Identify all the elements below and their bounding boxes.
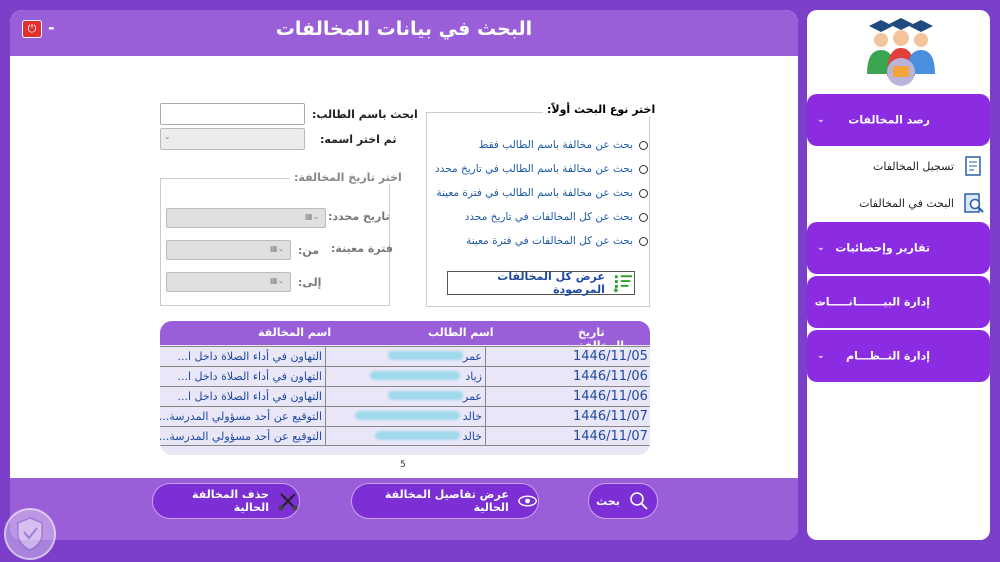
row-date: 1446/11/06 xyxy=(485,387,650,406)
sidebar-item-register-violations[interactable]: تسجيل المخالفات xyxy=(807,148,990,184)
from-label: من: xyxy=(298,244,320,257)
sidebar-section-reports[interactable]: تقارير وإحصائيات ⌄ xyxy=(807,222,990,274)
shield-watermark-icon xyxy=(4,508,56,560)
redaction-blur xyxy=(375,431,460,440)
chevron-down-icon: ⌄ xyxy=(817,115,825,125)
sidebar-section-violations[interactable]: رصد المخالفات ⌄ xyxy=(807,94,990,146)
chevron-down-icon: ⌄ xyxy=(164,132,171,141)
calendar-icon: ▦⌄ xyxy=(270,244,285,253)
view-details-button[interactable]: عرض تفاصيل المخالفة الحالية xyxy=(351,483,539,519)
chevron-down-icon: ⌄ xyxy=(817,243,825,253)
chevron-down-icon: ⌄ xyxy=(817,351,825,361)
students-logo-icon xyxy=(867,18,935,86)
sidebar-section-system-management[interactable]: إدارة النــظـــام ⌄ xyxy=(807,330,990,382)
search-icon xyxy=(630,492,648,510)
page-title: البحث في بيانات المخالفات xyxy=(275,18,533,40)
minimize-button[interactable]: - xyxy=(48,18,55,37)
redaction-blur xyxy=(355,411,460,420)
chevron-down-icon: ⌄ xyxy=(817,297,825,307)
radio-circle[interactable] xyxy=(639,188,648,198)
radio-circle[interactable] xyxy=(639,164,648,174)
sidebar-item-search-violations[interactable]: البحث في المخالفات xyxy=(807,185,990,221)
scissors-delete-icon xyxy=(278,493,298,511)
search-button[interactable]: بحث xyxy=(588,483,658,519)
radio-circle[interactable] xyxy=(639,140,648,150)
redaction-blur xyxy=(388,391,463,400)
row-date: 1446/11/07 xyxy=(485,427,650,446)
radio-option-5[interactable]: بحث عن كل المخالفات في فترة معينة xyxy=(466,235,648,247)
row-violation: التهاون في أداء الصلاة داخل ا... xyxy=(177,390,322,403)
radio-option-3[interactable]: بحث عن مخالفة باسم الطالب في فترة معينة xyxy=(436,187,648,199)
specific-date-label: تاريخ محدد: xyxy=(328,210,390,223)
power-icon[interactable]: ⏻ xyxy=(22,20,42,38)
document-edit-icon xyxy=(965,156,981,176)
row-violation: التوقيع عن أحد مسؤولي المدرسة... xyxy=(160,410,322,423)
delete-violation-button[interactable]: حذف المخالفة الحالية xyxy=(152,483,300,519)
document-search-icon xyxy=(964,193,984,213)
eye-icon xyxy=(518,495,537,507)
redaction-blur xyxy=(388,351,463,360)
radio-option-1[interactable]: بحث عن مخالفة باسم الطالب فقط xyxy=(479,139,648,151)
to-label: إلى: xyxy=(298,276,322,289)
specific-date-picker[interactable]: ▦⌄ xyxy=(166,208,326,228)
row-date: 1446/11/06 xyxy=(485,367,650,386)
period-label: فترة معينة: xyxy=(331,242,393,255)
row-violation: التهاون في أداء الصلاة داخل ا... xyxy=(177,350,322,363)
radio-circle[interactable] xyxy=(639,236,648,246)
from-date-picker[interactable]: ▦⌄ xyxy=(166,240,291,260)
column-header-violation: اسم المخالفة xyxy=(258,326,332,339)
redaction-blur xyxy=(370,371,460,380)
sidebar xyxy=(807,10,990,540)
calendar-icon: ▦⌄ xyxy=(270,276,285,285)
record-count: 5 xyxy=(400,460,406,470)
show-all-violations-button[interactable]: عرض كل المخالفات المرصودة xyxy=(447,270,635,296)
sidebar-section-data-management[interactable]: إدارة البيـــــــانـــــات ⌄ xyxy=(807,276,990,328)
to-date-picker[interactable]: ▦⌄ xyxy=(166,272,291,292)
sort-list-icon xyxy=(613,275,633,293)
row-violation: التهاون في أداء الصلاة داخل ا... xyxy=(177,370,322,383)
radio-circle[interactable] xyxy=(639,212,648,222)
column-header-student: اسم الطالب xyxy=(428,326,494,339)
student-search-input[interactable] xyxy=(160,103,305,125)
search-type-title: اختر نوع البحث أولاً: xyxy=(543,103,660,116)
table-header: تاريخ المخالفة اسم الطالب اسم المخالفة xyxy=(160,321,650,352)
title-bar: البحث في بيانات المخالفات ⏻ - xyxy=(10,10,798,56)
student-search-label: ابحث باسم الطالب: xyxy=(312,108,418,121)
radio-option-2[interactable]: بحث عن مخالفة باسم الطالب في تاريخ محدد xyxy=(435,163,648,175)
select-name-label: ثم اختر اسمه: xyxy=(320,133,397,146)
date-group-title: اختر تاريخ المخالفة: xyxy=(290,171,406,184)
row-date: 1446/11/05 xyxy=(485,347,650,366)
violations-table: تاريخ المخالفة اسم الطالب اسم المخالفة 1… xyxy=(160,321,650,455)
radio-option-4[interactable]: بحث عن كل المخالفات في تاريخ محدد xyxy=(465,211,648,223)
student-name-select[interactable]: ⌄ xyxy=(160,128,305,150)
row-violation: التوقيع عن أحد مسؤولي المدرسة... xyxy=(160,430,322,443)
calendar-icon: ▦⌄ xyxy=(305,212,320,221)
row-date: 1446/11/07 xyxy=(485,407,650,426)
